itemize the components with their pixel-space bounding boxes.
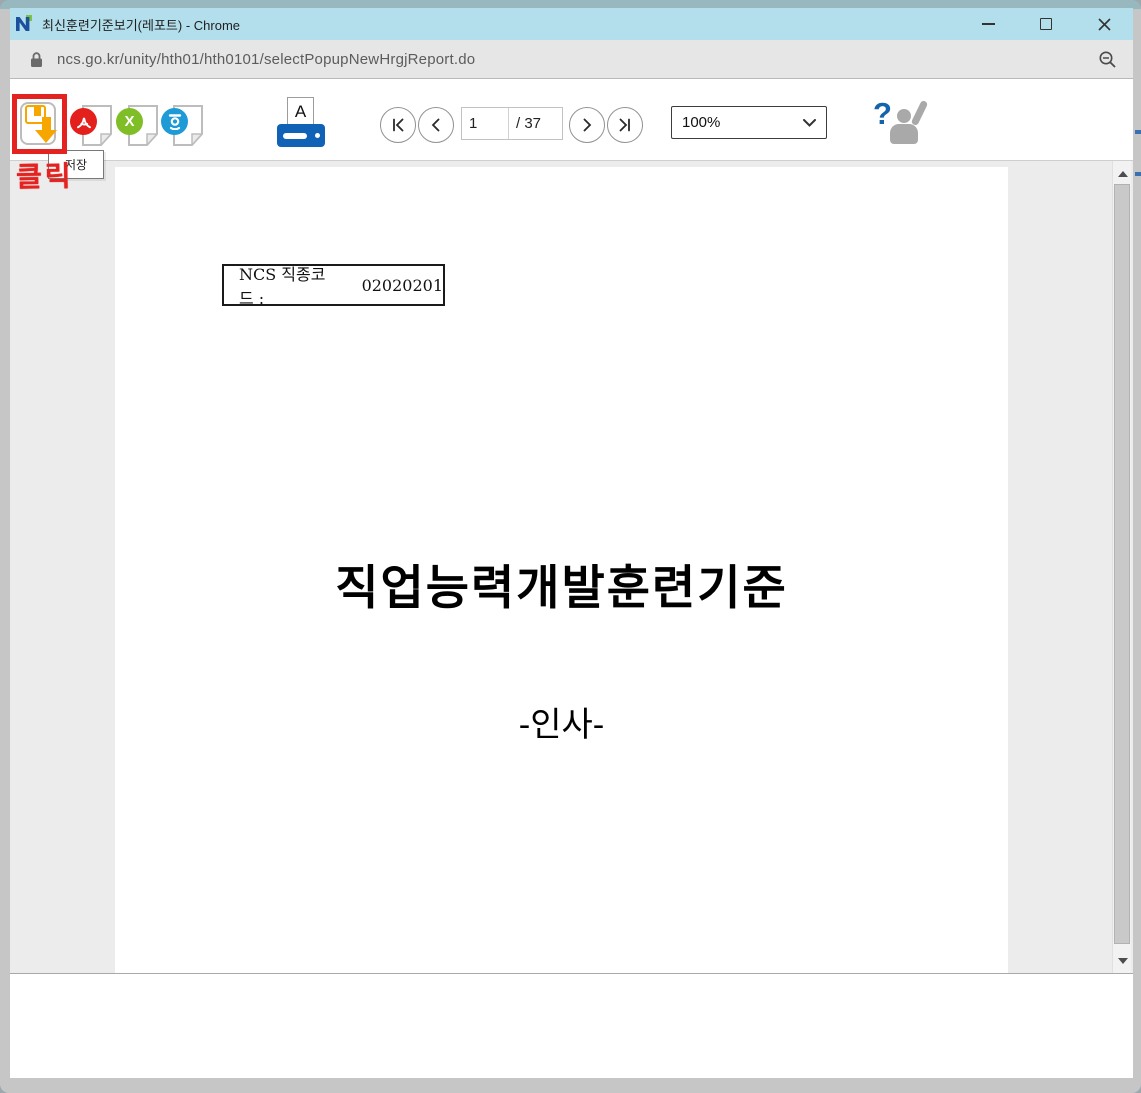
scroll-up-button[interactable] — [1113, 165, 1132, 182]
title-bar[interactable]: 최신훈련기준보기(레포트) - Chrome — [10, 8, 1133, 40]
popup-window: 최신훈련기준보기(레포트) - Chrome ncs.go.kr/unity/h… — [0, 0, 1141, 1093]
scrollbar-thumb[interactable] — [1114, 184, 1130, 944]
annotation-highlight-box — [12, 94, 67, 154]
prev-page-button[interactable] — [418, 107, 454, 143]
scroll-marker-tick — [1135, 172, 1141, 176]
window-title: 최신훈련기준보기(레포트) - Chrome — [42, 17, 241, 33]
help-button[interactable]: ? — [873, 96, 929, 150]
report-title: 직업능력개발훈련기준 — [335, 561, 788, 616]
chevron-left-icon — [431, 118, 440, 132]
close-icon — [1097, 17, 1111, 31]
help-person-icon — [910, 99, 929, 127]
lock-icon — [31, 51, 42, 67]
chevron-down-icon — [803, 118, 816, 127]
maximize-icon — [1040, 18, 1052, 30]
arrow-up-icon — [1117, 170, 1128, 177]
question-mark-icon: ? — [873, 96, 892, 131]
first-page-icon — [393, 118, 404, 132]
next-page-button[interactable] — [569, 107, 605, 143]
url-text: ncs.go.kr/unity/hth01/hth0101/selectPopu… — [57, 50, 476, 68]
report-page: NCS 직종코드 : 02020201 직업능력개발훈련기준 -인사- — [115, 167, 1008, 973]
ncs-code-label: NCS 직종코드 : — [239, 265, 326, 308]
page-total-label: / 37 — [508, 108, 562, 139]
zoom-level-select[interactable]: 100% — [671, 106, 827, 139]
page-number-box: / 37 — [461, 107, 563, 140]
first-page-button[interactable] — [380, 107, 416, 143]
address-bar[interactable]: ncs.go.kr/unity/hth01/hth0101/selectPopu… — [10, 40, 1133, 79]
last-page-button[interactable] — [607, 107, 643, 143]
print-page-icon: A — [287, 97, 314, 127]
arrow-down-icon — [1117, 957, 1128, 964]
page-number-input[interactable] — [462, 108, 508, 139]
hwp-icon — [161, 108, 188, 135]
hwp-export-button[interactable] — [161, 103, 203, 147]
zoom-level-value: 100% — [682, 114, 721, 131]
maximize-button[interactable] — [1037, 15, 1055, 33]
ncs-code-value: 02020201 — [361, 275, 443, 295]
page-bottom-whitespace — [10, 973, 1133, 1078]
excel-export-button[interactable]: X — [116, 103, 158, 147]
scroll-marker-tick — [1135, 130, 1141, 134]
window-controls — [979, 15, 1133, 33]
vertical-scrollbar[interactable] — [1112, 161, 1131, 973]
ncs-code-box: NCS 직종코드 : 02020201 — [222, 264, 445, 308]
minimize-button[interactable] — [979, 15, 997, 33]
report-toolbar: X A 1 / 37 100% ? — [10, 79, 1133, 161]
ncs-favicon-icon — [16, 15, 32, 31]
last-page-icon — [619, 118, 630, 132]
minimize-icon — [981, 23, 995, 25]
page-zoom-icon[interactable] — [1098, 50, 1117, 69]
report-subtitle: -인사- — [518, 705, 605, 745]
pdf-icon — [70, 108, 97, 135]
chevron-right-icon — [583, 118, 592, 132]
annotation-click-label: 클릭 — [15, 160, 74, 193]
report-viewer: NCS 직종코드 : 02020201 직업능력개발훈련기준 -인사- — [10, 161, 1133, 973]
window-body: 최신훈련기준보기(레포트) - Chrome ncs.go.kr/unity/h… — [10, 8, 1133, 1078]
excel-icon: X — [116, 108, 143, 135]
print-icon — [277, 124, 325, 147]
close-button[interactable] — [1095, 15, 1113, 33]
scroll-down-button[interactable] — [1113, 952, 1132, 969]
pdf-export-button[interactable] — [70, 103, 112, 147]
print-button[interactable]: A — [277, 97, 325, 151]
